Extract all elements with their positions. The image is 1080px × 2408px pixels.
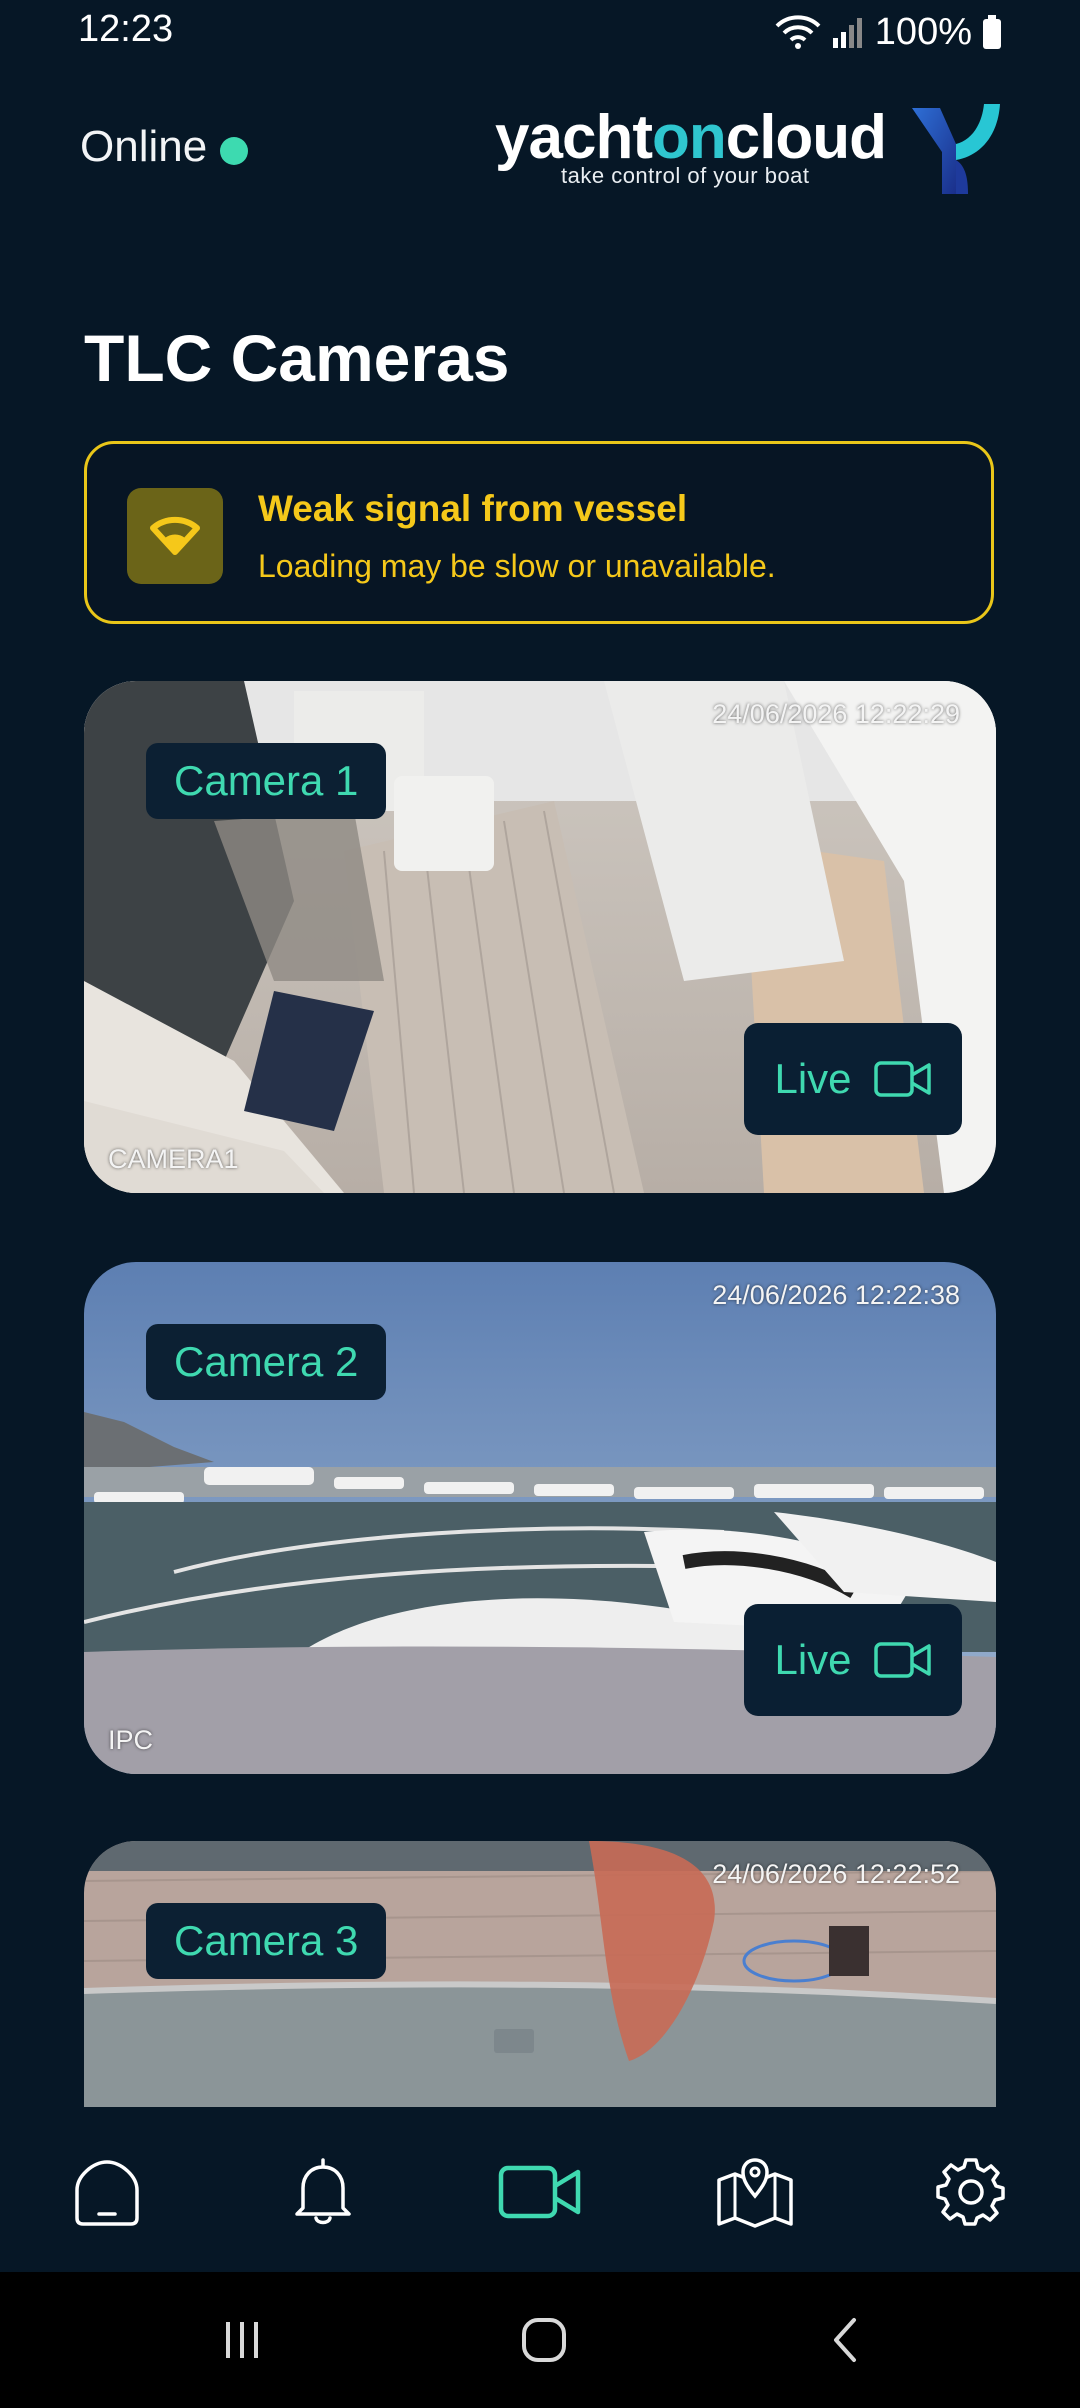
bottom-navigation: [0, 2107, 1080, 2272]
camera-label: Camera 2: [146, 1324, 387, 1400]
brand-tagline: take control of your boat: [561, 163, 810, 188]
warning-message: Loading may be slow or unavailable.: [258, 548, 776, 584]
weak-signal-icon: [127, 488, 223, 584]
back-button[interactable]: [806, 2310, 886, 2370]
online-status-label: Online: [80, 122, 208, 171]
camera-label: Camera 3: [146, 1903, 387, 1979]
brand-name-part-2: on: [651, 103, 727, 172]
nav-cameras[interactable]: [495, 2147, 585, 2237]
brand-wordmark: yachtoncloud take control of your boat: [495, 103, 887, 193]
gear-icon: [936, 2158, 1005, 2226]
video-camera-icon: [498, 2165, 581, 2219]
nav-alerts[interactable]: [278, 2147, 368, 2237]
battery-icon: [983, 15, 1001, 49]
brand-name-part-1: yacht: [495, 103, 653, 172]
page-title: TLC Cameras: [84, 321, 510, 395]
status-indicators: 100%: [775, 8, 1002, 56]
system-navigation-bar: [0, 2272, 1080, 2408]
camera-label: Camera 1: [146, 743, 387, 819]
camera-osd-text: IPC: [108, 1725, 154, 1755]
camera-card-3[interactable]: 24/06/2026 12:22:52 Camera 3: [84, 1841, 996, 2107]
home-icon: [75, 2160, 139, 2226]
nav-settings[interactable]: [926, 2147, 1016, 2237]
brand-name-part-3: cloud: [725, 103, 887, 172]
live-label: Live: [774, 1636, 852, 1683]
nav-map[interactable]: [710, 2147, 800, 2237]
warning-title: Weak signal from vessel: [258, 488, 688, 529]
camera-timestamp: 24/06/2026 12:22:52: [712, 1859, 960, 1889]
brand-logo-icon: [912, 104, 1000, 194]
video-camera-icon: [873, 1642, 931, 1678]
recent-apps-icon: [226, 2322, 258, 2358]
battery-percent: 100%: [874, 10, 972, 53]
live-button[interactable]: Live: [744, 1604, 962, 1716]
status-time: 12:23: [78, 8, 174, 50]
wifi-icon: [775, 15, 821, 49]
map-icon: [717, 2158, 793, 2228]
home-button-icon: [522, 2318, 566, 2362]
camera-timestamp: 24/06/2026 12:22:38: [712, 1280, 960, 1310]
back-icon: [834, 2318, 856, 2362]
nav-home[interactable]: [62, 2147, 152, 2237]
weak-signal-banner: Weak signal from vessel Loading may be s…: [84, 441, 994, 624]
video-camera-icon: [873, 1061, 931, 1097]
recent-apps-button[interactable]: [202, 2310, 282, 2370]
camera-timestamp: 24/06/2026 12:22:29: [712, 699, 960, 729]
camera-card-2[interactable]: 24/06/2026 12:22:38 Camera 2 IPC Live: [84, 1262, 996, 1774]
live-label: Live: [774, 1055, 852, 1102]
live-button[interactable]: Live: [744, 1023, 962, 1135]
signal-icon: [832, 18, 862, 48]
camera-osd-text: CAMERA1: [108, 1144, 239, 1174]
bell-icon: [295, 2158, 351, 2225]
home-system-button[interactable]: [504, 2310, 584, 2370]
camera-card-1[interactable]: 24/06/2026 12:22:29 Camera 1 CAMERA1 Liv…: [84, 681, 996, 1193]
online-status-dot: [220, 137, 248, 165]
